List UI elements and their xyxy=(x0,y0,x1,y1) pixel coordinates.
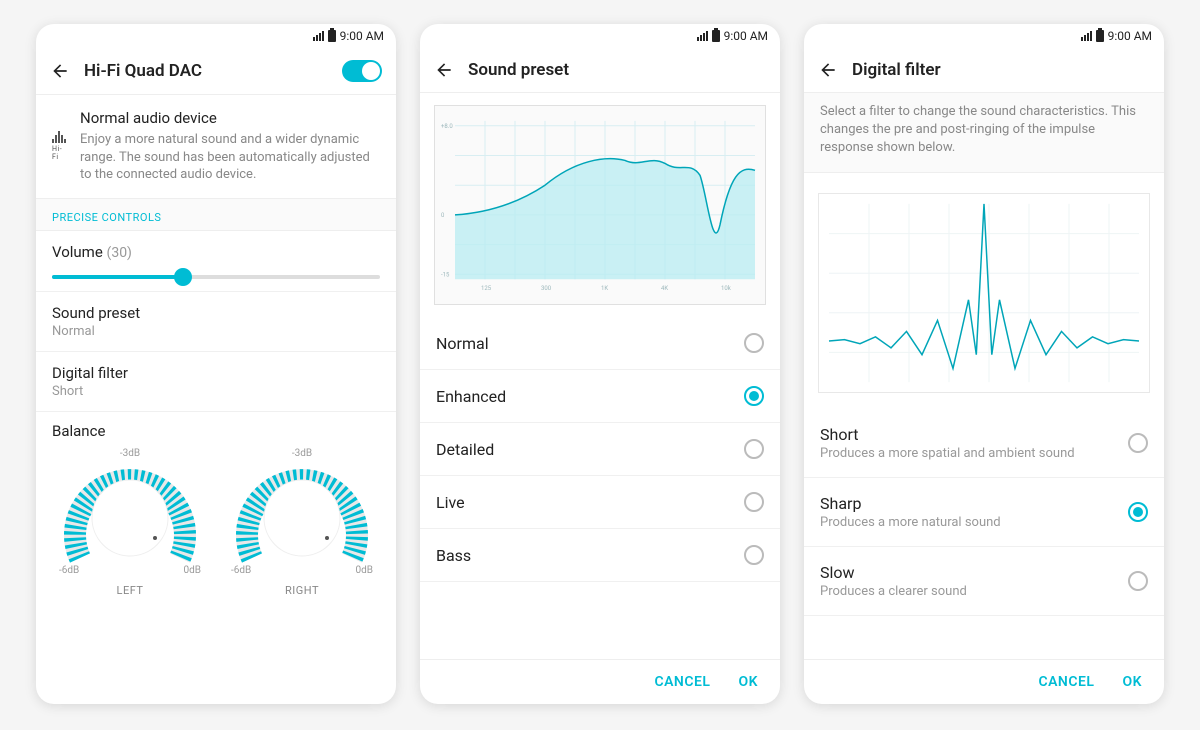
balance-label: Balance xyxy=(52,422,380,440)
svg-text:+8.0: +8.0 xyxy=(441,123,453,130)
preset-option-enhanced[interactable]: Enhanced xyxy=(420,370,780,423)
svg-text:125: 125 xyxy=(481,285,492,292)
ok-button[interactable]: OK xyxy=(1122,674,1142,690)
balance-section: Balance -3dB -6dB 0dB xyxy=(36,412,396,613)
radio-icon xyxy=(1128,571,1148,591)
screen-hifi-quad-dac: 9:00 AM Hi-Fi Quad DAC Hi-Fi Normal audi… xyxy=(36,24,396,704)
page-title: Digital filter xyxy=(852,60,1150,80)
sound-preset-label: Sound preset xyxy=(52,304,380,322)
cancel-button[interactable]: CANCEL xyxy=(654,674,710,690)
status-time: 9:00 AM xyxy=(1108,29,1152,43)
signal-icon xyxy=(313,31,324,41)
status-time: 9:00 AM xyxy=(724,29,768,43)
titlebar: Hi-Fi Quad DAC xyxy=(36,48,396,95)
option-label: Enhanced xyxy=(436,387,744,406)
ok-button[interactable]: OK xyxy=(738,674,758,690)
eq-graph: +8.0 0 -15 125 300 1K 4K 10k xyxy=(434,105,766,305)
cancel-button[interactable]: CANCEL xyxy=(1038,674,1094,690)
option-label: Bass xyxy=(436,546,744,565)
titlebar: Digital filter xyxy=(804,48,1164,93)
balance-dial-right[interactable]: -3dB -6dB 0dB xyxy=(227,448,377,578)
svg-text:300: 300 xyxy=(541,285,552,292)
filter-option-short[interactable]: Short Produces a more spatial and ambient… xyxy=(804,409,1164,478)
radio-icon xyxy=(744,439,764,459)
sound-preset-row[interactable]: Sound preset Normal xyxy=(36,292,396,352)
status-bar: 9:00 AM xyxy=(804,24,1164,48)
back-icon[interactable] xyxy=(50,61,70,81)
back-icon[interactable] xyxy=(434,60,454,80)
signal-icon xyxy=(697,31,708,41)
option-label: Normal xyxy=(436,334,744,353)
section-label-precise: PRECISE CONTROLS xyxy=(36,199,396,231)
radio-icon xyxy=(1128,433,1148,453)
svg-text:10k: 10k xyxy=(721,285,732,292)
page-title: Sound preset xyxy=(468,60,766,80)
device-info: Hi-Fi Normal audio device Enjoy a more n… xyxy=(36,95,396,199)
impulse-graph xyxy=(818,193,1150,393)
battery-icon xyxy=(1096,30,1104,42)
screen-sound-preset: 9:00 AM Sound preset xyxy=(420,24,780,704)
radio-icon xyxy=(744,333,764,353)
page-title: Hi-Fi Quad DAC xyxy=(84,61,328,81)
option-label: Detailed xyxy=(436,440,744,459)
option-label: Sharp xyxy=(820,494,1128,513)
option-label: Short xyxy=(820,425,1128,444)
titlebar: Sound preset xyxy=(420,48,780,93)
volume-label: Volume xyxy=(52,243,103,261)
digital-filter-row[interactable]: Digital filter Short xyxy=(36,352,396,412)
preset-option-bass[interactable]: Bass xyxy=(420,529,780,582)
balance-left-label: LEFT xyxy=(52,584,208,597)
filter-description: Select a filter to change the sound char… xyxy=(804,93,1164,173)
svg-text:-15: -15 xyxy=(441,271,450,278)
radio-icon xyxy=(744,386,764,406)
radio-icon xyxy=(744,545,764,565)
signal-icon xyxy=(1081,31,1092,41)
svg-text:0: 0 xyxy=(441,212,445,219)
volume-value: (30) xyxy=(107,245,132,261)
filter-option-slow[interactable]: Slow Produces a clearer sound xyxy=(804,547,1164,616)
option-sub: Produces a more natural sound xyxy=(820,515,1128,530)
radio-icon xyxy=(744,492,764,512)
option-label: Slow xyxy=(820,563,1128,582)
screen-digital-filter: 9:00 AM Digital filter Select a filter t… xyxy=(804,24,1164,704)
dialog-actions: CANCEL OK xyxy=(420,659,780,704)
option-sub: Produces a clearer sound xyxy=(820,584,1128,599)
preset-option-live[interactable]: Live xyxy=(420,476,780,529)
preset-option-detailed[interactable]: Detailed xyxy=(420,423,780,476)
svg-text:1K: 1K xyxy=(601,285,608,292)
balance-dial-left[interactable]: -3dB -6dB 0dB xyxy=(55,448,205,578)
status-bar: 9:00 AM xyxy=(420,24,780,48)
volume-row[interactable]: Volume (30) xyxy=(36,231,396,292)
battery-icon xyxy=(712,30,720,42)
hifi-icon: Hi-Fi xyxy=(52,109,66,184)
filter-option-sharp[interactable]: Sharp Produces a more natural sound xyxy=(804,478,1164,547)
master-toggle[interactable] xyxy=(342,60,382,82)
preset-option-normal[interactable]: Normal xyxy=(420,317,780,370)
balance-right-label: RIGHT xyxy=(224,584,380,597)
volume-slider[interactable] xyxy=(52,275,380,279)
device-info-heading: Normal audio device xyxy=(80,109,380,127)
sound-preset-value: Normal xyxy=(52,324,380,339)
status-time: 9:00 AM xyxy=(340,29,384,43)
option-sub: Produces a more spatial and ambient soun… xyxy=(820,446,1128,461)
digital-filter-value: Short xyxy=(52,384,380,399)
svg-text:4K: 4K xyxy=(661,285,668,292)
status-bar: 9:00 AM xyxy=(36,24,396,48)
radio-icon xyxy=(1128,502,1148,522)
battery-icon xyxy=(328,30,336,42)
option-label: Live xyxy=(436,493,744,512)
device-info-body: Enjoy a more natural sound and a wider d… xyxy=(80,131,380,184)
digital-filter-label: Digital filter xyxy=(52,364,380,382)
back-icon[interactable] xyxy=(818,60,838,80)
dialog-actions: CANCEL OK xyxy=(804,659,1164,704)
